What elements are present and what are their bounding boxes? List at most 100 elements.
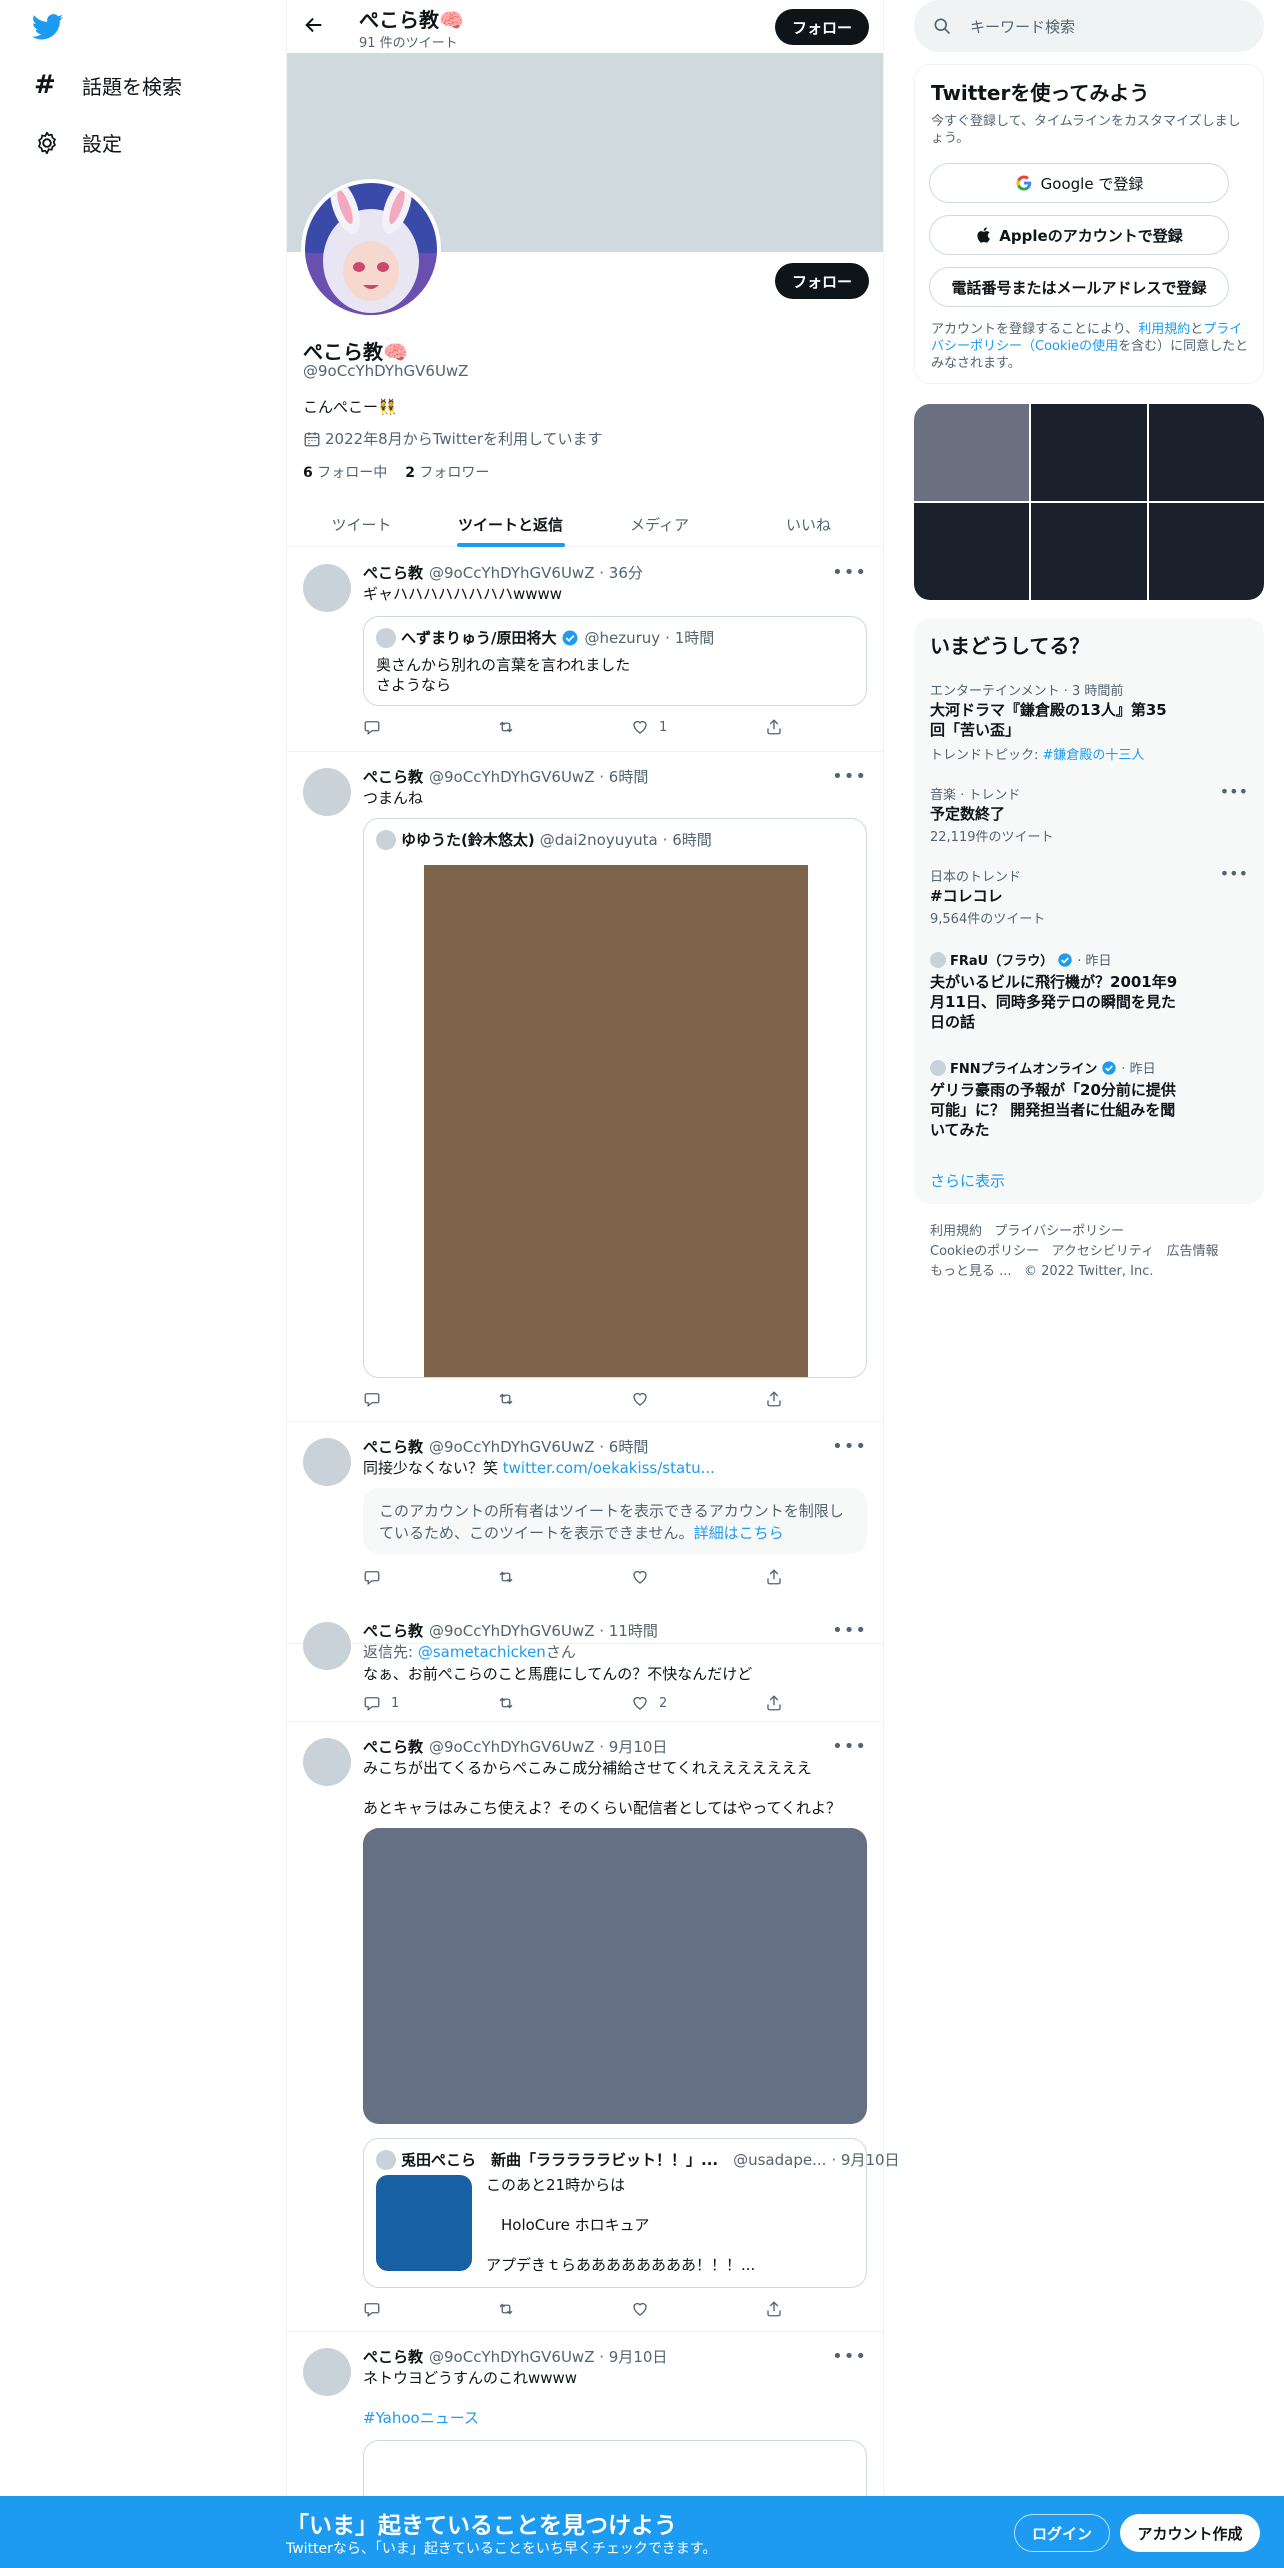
nav-explore[interactable]: # 話題を検索 (34, 70, 182, 100)
reply-button[interactable] (363, 718, 381, 736)
tweet-avatar[interactable] (303, 1738, 351, 1786)
profile-follow-button[interactable]: フォロー (775, 263, 869, 299)
tweet-time[interactable]: · 9月10日 (599, 1738, 667, 1756)
like-button[interactable]: 2 (631, 1694, 667, 1712)
terms-link[interactable]: 利用規約 (1138, 322, 1190, 337)
header-follow-button[interactable]: フォロー (775, 9, 869, 45)
share-button[interactable] (765, 1390, 783, 1408)
show-more-link[interactable]: さらに表示 (930, 1170, 1005, 1191)
reply-to-link[interactable]: @sametachicken (418, 1643, 546, 1661)
tab-tweets-and-replies[interactable]: ツイートと返信 (436, 502, 585, 547)
gallery-thumbnail[interactable] (1148, 503, 1264, 600)
tweet-author-handle[interactable]: @9oCcYhDYhGV6UwZ (429, 1438, 594, 1456)
tweet-author-name[interactable]: ぺこら教 (363, 2348, 423, 2366)
tweet-media-image[interactable] (363, 1828, 867, 2124)
tweet-author-handle[interactable]: @9oCcYhDYhGV6UwZ (429, 1738, 594, 1756)
tweet-avatar[interactable] (303, 1622, 351, 1670)
footer-link[interactable]: もっと見る ... (930, 1264, 1012, 1279)
profile-avatar[interactable] (301, 179, 441, 319)
footer-link[interactable]: プライバシーポリシー (994, 1224, 1124, 1239)
more-icon[interactable]: ••• (832, 1436, 867, 1457)
footer-link[interactable]: 利用規約 (930, 1224, 982, 1239)
search-input[interactable]: キーワード検索 (970, 16, 1075, 37)
share-button[interactable] (765, 2300, 783, 2318)
footer-link[interactable]: アクセシビリティ (1052, 1244, 1155, 1259)
more-icon[interactable]: ••• (832, 1736, 867, 1757)
more-icon[interactable]: ••• (1220, 782, 1248, 801)
google-signup-button[interactable]: Google で登録 (929, 163, 1229, 203)
quoted-tweet[interactable]: ゆゆうた(鈴木悠太) @dai2noyuyuta · 6時間 (363, 818, 867, 1378)
tweet-avatar[interactable] (303, 768, 351, 816)
reply-button[interactable] (363, 1568, 381, 1586)
more-icon[interactable]: ••• (832, 1620, 867, 1641)
share-button[interactable] (765, 718, 783, 736)
tweet-avatar[interactable] (303, 1438, 351, 1486)
more-icon[interactable]: ••• (832, 562, 867, 583)
tweet-author-name[interactable]: ぺこら教 (363, 1738, 423, 1756)
retweet-button[interactable] (497, 1694, 515, 1712)
share-button[interactable] (765, 1694, 783, 1712)
news-title[interactable]: 夫がいるビルに飛行機が？2001年9月11日、同時多発テロの瞬間を見た日の話 (930, 972, 1180, 1032)
tweet-author-handle[interactable]: @9oCcYhDYhGV6UwZ (429, 2348, 594, 2366)
trend-topic-link[interactable]: #鎌倉殿の十三人 (1043, 748, 1145, 763)
tweet-hashtag[interactable]: #Yahooニュース (363, 2408, 479, 2428)
tweet-avatar[interactable] (303, 2348, 351, 2396)
trend-title[interactable]: #コレコレ (930, 886, 1003, 906)
phone-email-signup-button[interactable]: 電話番号またはメールアドレスで登録 (929, 267, 1229, 307)
retweet-button[interactable] (497, 1568, 515, 1586)
tweet[interactable]: ぺこら教 @9oCcYhDYhGV6UwZ · 36分 ••• ギャハハハハハハハ… (287, 548, 883, 752)
tweet-author-name[interactable]: ぺこら教 (363, 1438, 423, 1456)
tab-likes[interactable]: いいね (734, 502, 883, 546)
like-button[interactable] (631, 1568, 649, 1586)
like-button[interactable] (631, 1390, 649, 1408)
tweet-avatar[interactable] (303, 564, 351, 612)
news-title[interactable]: ゲリラ豪雨の予報が「20分前に提供可能」に？ 開発担当者に仕組みを聞いてみた (930, 1080, 1180, 1140)
tab-tweets[interactable]: ツイート (287, 502, 436, 546)
tweet-time[interactable]: · 6時間 (599, 1438, 648, 1456)
gallery-thumbnail[interactable] (914, 404, 1030, 501)
tweet-author-name[interactable]: ぺこら教 (363, 564, 423, 582)
notice-details-link[interactable]: 詳細はこちら (694, 1524, 784, 1542)
create-account-button[interactable]: アカウント作成 (1120, 2514, 1260, 2552)
trend-title[interactable]: 予定数終了 (930, 804, 1005, 824)
share-button[interactable] (765, 1568, 783, 1586)
tweet-time[interactable]: · 36分 (599, 564, 643, 582)
tweet-link[interactable]: twitter.com/oekakiss/statu... (503, 1459, 715, 1477)
tweet-time[interactable]: · 11時間 (599, 1622, 658, 1640)
trend-title[interactable]: 大河ドラマ『鎌倉殿の13人』第35回「苦い盃」 (930, 700, 1170, 740)
tab-media[interactable]: メディア (585, 502, 734, 546)
more-icon[interactable]: ••• (1220, 864, 1248, 883)
retweet-button[interactable] (497, 1390, 515, 1408)
footer-link[interactable]: Cookieのポリシー (930, 1244, 1039, 1259)
tweet[interactable]: ぺこら教 @9oCcYhDYhGV6UwZ · 6時間 ••• つまんね ゆゆうた… (287, 752, 883, 1422)
retweet-button[interactable] (497, 2300, 515, 2318)
reply-button[interactable]: 1 (363, 1694, 399, 1712)
tweet-author-name[interactable]: ぺこら教 (363, 1622, 423, 1640)
followers-link[interactable]: 2 フォロワー (405, 462, 489, 482)
quoted-media-image[interactable] (424, 865, 808, 1377)
like-button[interactable]: 1 (631, 718, 667, 736)
reply-button[interactable] (363, 1390, 381, 1408)
gallery-thumbnail[interactable] (914, 503, 1030, 600)
more-icon[interactable]: ••• (832, 2346, 867, 2367)
search-bar[interactable]: キーワード検索 (914, 0, 1264, 52)
following-link[interactable]: 6 フォロー中 (303, 462, 387, 482)
retweet-button[interactable] (497, 718, 515, 736)
gallery-thumbnail[interactable] (1031, 404, 1147, 501)
tweet[interactable]: ぺこら教 @9oCcYhDYhGV6UwZ · 9月10日 ••• みこちが出てく… (287, 1722, 900, 2332)
tweet-author-handle[interactable]: @9oCcYhDYhGV6UwZ (429, 768, 594, 786)
tweet-time[interactable]: · 6時間 (599, 768, 648, 786)
back-arrow-icon[interactable] (303, 14, 325, 36)
gallery-thumbnail[interactable] (1031, 503, 1147, 600)
twitter-logo-icon[interactable] (32, 14, 64, 40)
login-button[interactable]: ログイン (1014, 2514, 1110, 2552)
quoted-tweet[interactable]: へずまりゅう/原田将大 @hezuruy · 1時間 奥さんから別れの言葉を言わ… (363, 616, 867, 706)
tweet-author-name[interactable]: ぺこら教 (363, 768, 423, 786)
more-icon[interactable]: ••• (832, 766, 867, 787)
gallery-thumbnail[interactable] (1148, 404, 1264, 501)
footer-link[interactable]: 広告情報 (1167, 1244, 1219, 1259)
reply-button[interactable] (363, 2300, 381, 2318)
apple-signup-button[interactable]: Appleのアカウントで登録 (929, 215, 1229, 255)
tweet-author-handle[interactable]: @9oCcYhDYhGV6UwZ (429, 564, 594, 582)
tweet[interactable]: ぺこら教 @9oCcYhDYhGV6UwZ · 11時間 ••• 返信先: @sa… (287, 1606, 883, 1722)
